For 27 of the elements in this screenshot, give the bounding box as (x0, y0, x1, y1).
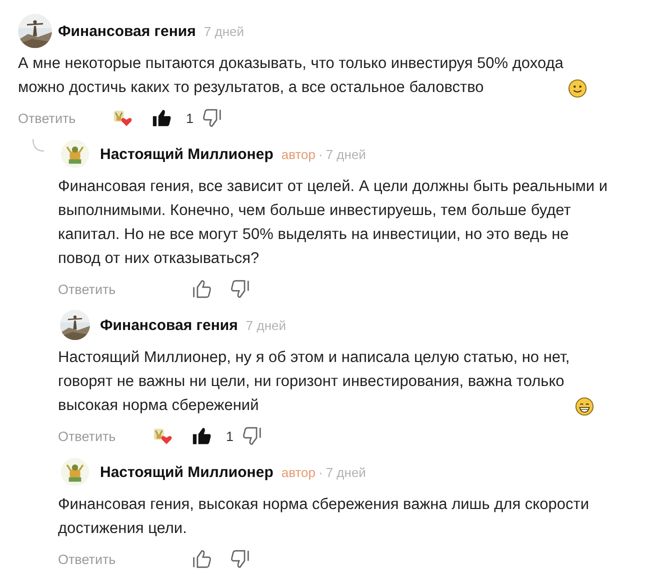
separator-dot: · (318, 464, 323, 480)
author-name[interactable]: Финансовая гения (58, 22, 196, 40)
thumbs-up-icon[interactable] (192, 279, 212, 299)
thumbs-down-icon[interactable] (242, 426, 262, 446)
comment-time: 7 дней (246, 318, 286, 332)
comment-time: 7 дней (326, 464, 366, 480)
author-name[interactable]: Настоящий Миллионер (100, 464, 274, 480)
author-label: автор (281, 464, 316, 480)
like-count: 1 (186, 110, 194, 126)
comment-text: Настоящий Миллионер, ну я об этом и написала целую статью, но нет, говорят не важны ни цели, ни горизонт инвестирования, важна только высокая норма сбережений (58, 348, 570, 416)
comment-text: Финансовая гения, высокая норма сбережения важна лишь для скорости достижения цели. (58, 495, 589, 539)
thumbs-up-filled-icon[interactable] (192, 426, 212, 446)
author-label: автор (281, 146, 316, 162)
thumbs-down-icon[interactable] (230, 279, 250, 299)
comment-text: А мне некоторые пытаются доказывать, что только инвестируя 50% дохода можно достичь каких то результатов, а все остальное баловство (18, 54, 564, 98)
thread-connector (32, 139, 44, 153)
thumbs-up-filled-icon[interactable] (152, 108, 172, 128)
comment-text: Финансовая гения, все зависит от целей. А цели должны быть реальными и выполнимыми. Конечно, чем больше инвестируешь, тем больше будет капитал. Но не все могут 50% выделять на инвестиции, но это ведь не повод от них отказываться? (58, 177, 608, 269)
author-name[interactable]: Финансовая гения (100, 316, 238, 334)
thumbs-up-icon[interactable] (192, 549, 212, 569)
thumbs-down-icon[interactable] (202, 108, 222, 128)
thumbs-down-icon[interactable] (230, 549, 250, 569)
comment-time: 7 дней (204, 24, 244, 38)
author-name[interactable]: Настоящий Миллионер (100, 146, 274, 162)
like-count: 1 (226, 428, 234, 444)
comment-time: 7 дней (326, 146, 366, 162)
separator-dot: · (318, 146, 323, 162)
